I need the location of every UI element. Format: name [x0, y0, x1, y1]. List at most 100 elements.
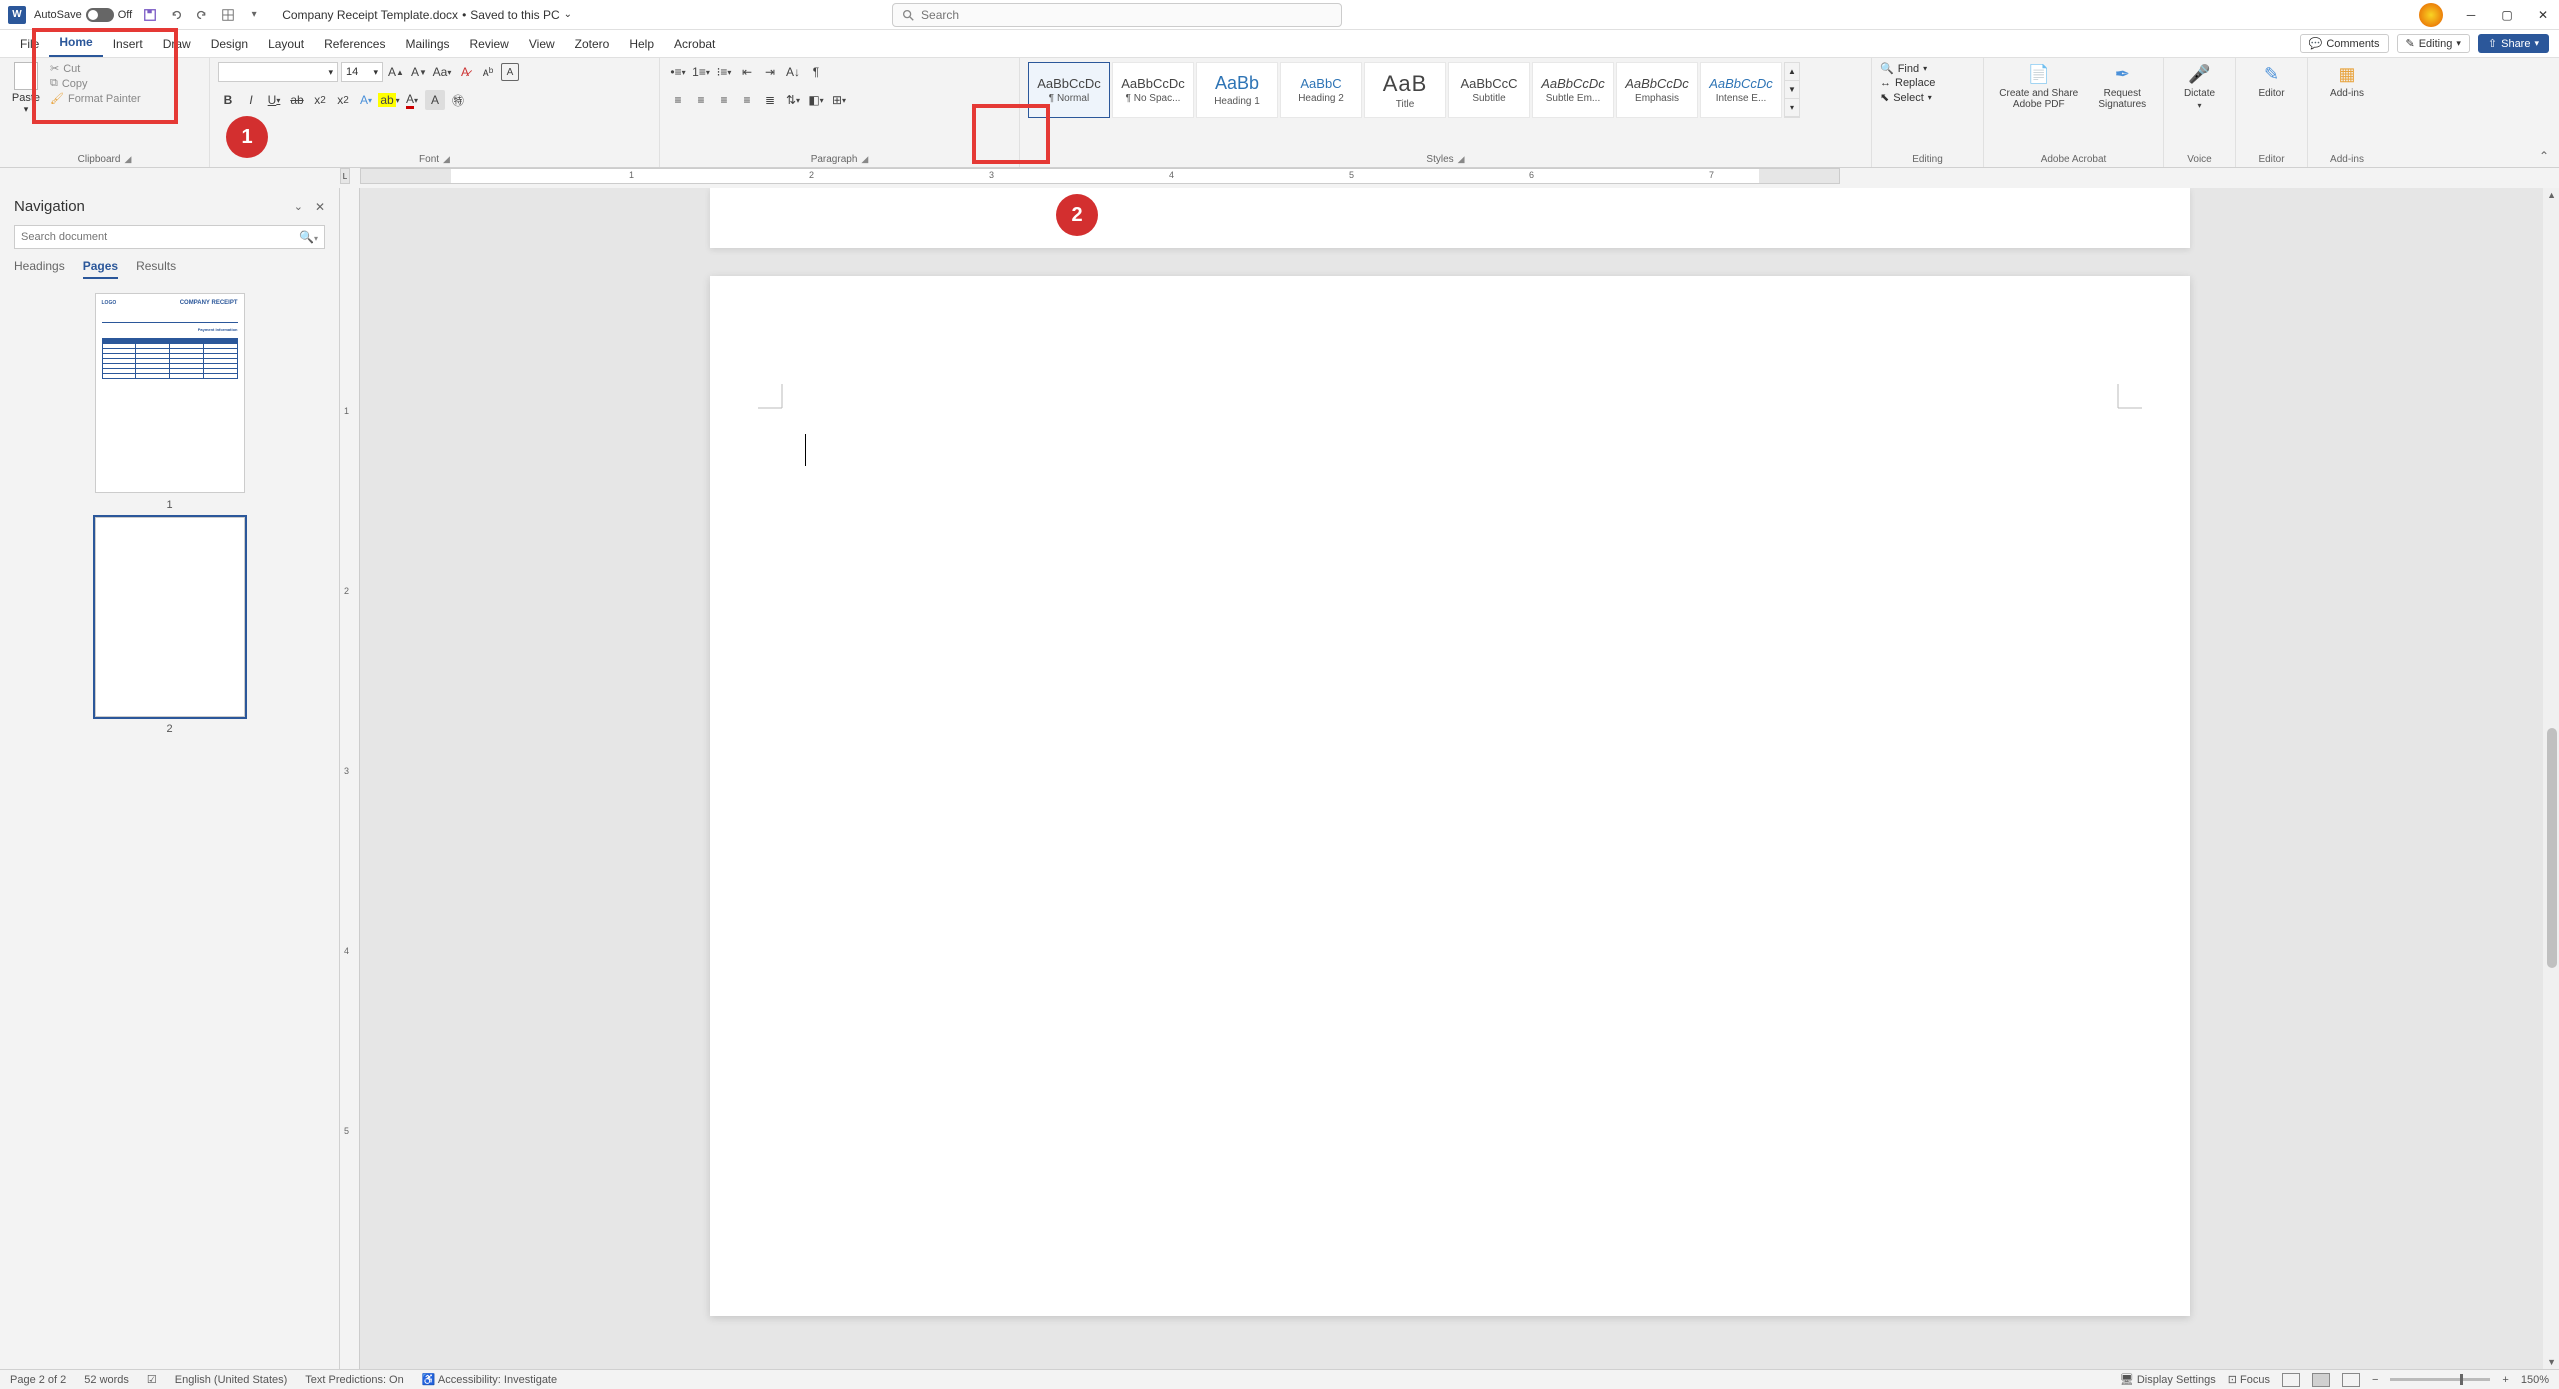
cut-button[interactable]: ✂Cut	[50, 62, 141, 75]
style-heading1[interactable]: AaBbHeading 1	[1196, 62, 1278, 118]
style-heading2[interactable]: AaBbCHeading 2	[1280, 62, 1362, 118]
scroll-thumb[interactable]	[2547, 728, 2557, 968]
clear-formatting-button[interactable]: A̷	[455, 62, 475, 82]
scroll-down-icon[interactable]: ▼	[2547, 1357, 2556, 1367]
borders-button[interactable]: ⊞▾	[829, 90, 849, 110]
tab-file[interactable]: File	[10, 33, 49, 57]
style-title[interactable]: AaBTitle	[1364, 62, 1446, 118]
tab-insert[interactable]: Insert	[103, 33, 153, 57]
enclose-characters-button[interactable]: ㊕	[448, 90, 468, 110]
user-avatar[interactable]	[2419, 3, 2443, 27]
web-layout-button[interactable]	[2342, 1373, 2360, 1387]
nav-tab-pages[interactable]: Pages	[83, 259, 118, 279]
close-icon[interactable]: ✕	[2535, 7, 2551, 23]
format-painter-button[interactable]: 🖌Format Painter	[50, 92, 141, 105]
justify-button[interactable]: ≡	[737, 90, 757, 110]
font-name-combo[interactable]: ▾	[218, 62, 338, 82]
vertical-ruler[interactable]: 1 2 3 4 5	[340, 188, 360, 1369]
tab-home[interactable]: Home	[49, 31, 102, 57]
style-subtle-emphasis[interactable]: AaBbCcDcSubtle Em...	[1532, 62, 1614, 118]
line-spacing-button[interactable]: ⇅▾	[783, 90, 803, 110]
strikethrough-button[interactable]: ab	[287, 90, 307, 110]
zoom-out-button[interactable]: −	[2372, 1374, 2378, 1386]
tab-zotero[interactable]: Zotero	[565, 33, 620, 57]
shading-button[interactable]: ◧▾	[806, 90, 826, 110]
character-border-button[interactable]: A	[501, 63, 519, 81]
page-thumbnail-2[interactable]	[95, 517, 245, 717]
align-right-button[interactable]: ≡	[714, 90, 734, 110]
minimize-icon[interactable]: ─	[2463, 7, 2479, 23]
dictate-button[interactable]: 🎤Dictate▾	[2172, 62, 2227, 110]
italic-button[interactable]: I	[241, 90, 261, 110]
character-shading-button[interactable]: A	[425, 90, 445, 110]
style-no-spacing[interactable]: AaBbCcDc¶ No Spac...	[1112, 62, 1194, 118]
spellcheck-icon[interactable]: ☑	[147, 1373, 157, 1386]
find-button[interactable]: 🔍Find▾	[1880, 62, 1927, 75]
focus-mode-button[interactable]: ⊡ Focus	[2228, 1373, 2270, 1386]
tab-mailings[interactable]: Mailings	[395, 33, 459, 57]
table-quick-icon[interactable]	[220, 7, 236, 23]
save-icon[interactable]	[142, 7, 158, 23]
display-settings-button[interactable]: 🖥 Display Settings	[2120, 1373, 2216, 1386]
request-signatures-button[interactable]: ✒Request Signatures	[2090, 62, 2155, 110]
scroll-up-icon[interactable]: ▲	[2547, 190, 2556, 200]
tab-selector[interactable]: L	[340, 168, 350, 184]
font-size-combo[interactable]: 14▾	[341, 62, 383, 82]
nav-tab-results[interactable]: Results	[136, 259, 176, 279]
align-left-button[interactable]: ≡	[668, 90, 688, 110]
underline-button[interactable]: U▾	[264, 90, 284, 110]
nav-collapse-icon[interactable]: ⌄	[294, 200, 303, 214]
clipboard-dialog-launcher[interactable]: ◢	[124, 154, 131, 165]
chevron-down-icon[interactable]: ▾	[24, 104, 29, 115]
bullets-button[interactable]: •≡▾	[668, 62, 688, 82]
comments-button[interactable]: 💬Comments	[2300, 34, 2389, 53]
styles-gallery-scroll[interactable]: ▲▼▾	[1784, 62, 1800, 118]
editing-mode-button[interactable]: ✎Editing▾	[2397, 34, 2470, 53]
status-predictions[interactable]: Text Predictions: On	[305, 1374, 403, 1386]
search-icon[interactable]: 🔍▾	[299, 230, 318, 244]
sort-button[interactable]: A↓	[783, 62, 803, 82]
tab-review[interactable]: Review	[460, 33, 519, 57]
print-layout-button[interactable]	[2312, 1373, 2330, 1387]
shrink-font-button[interactable]: A▼	[409, 62, 429, 82]
paragraph-dialog-launcher[interactable]: ◢	[861, 154, 868, 165]
decrease-indent-button[interactable]: ⇤	[737, 62, 757, 82]
share-button[interactable]: ⇧Share▾	[2478, 34, 2549, 53]
redo-icon[interactable]	[194, 7, 210, 23]
subscript-button[interactable]: x2	[310, 90, 330, 110]
tab-view[interactable]: View	[519, 33, 565, 57]
horizontal-ruler[interactable]: 1 2 3 4 5 6 7	[360, 168, 1840, 184]
vertical-scrollbar[interactable]: ▲ ▼	[2543, 188, 2559, 1369]
status-accessibility[interactable]: ♿ Accessibility: Investigate	[422, 1373, 557, 1386]
tab-references[interactable]: References	[314, 33, 395, 57]
qat-customize-icon[interactable]: ▾	[246, 7, 262, 23]
page-thumbnail-1[interactable]: LOGOCOMPANY RECEIPT Payment Information	[95, 293, 245, 493]
paste-button[interactable]: Paste ▾	[8, 62, 44, 115]
status-words[interactable]: 52 words	[84, 1374, 129, 1386]
grow-font-button[interactable]: A▲	[386, 62, 406, 82]
collapse-ribbon-button[interactable]: ⌃	[2539, 149, 2549, 163]
zoom-in-button[interactable]: +	[2502, 1374, 2508, 1386]
editor-button[interactable]: ✎Editor	[2244, 62, 2299, 99]
search-box[interactable]	[892, 3, 1342, 27]
distributed-button[interactable]: ≣	[760, 90, 780, 110]
tab-design[interactable]: Design	[201, 33, 258, 57]
autosave-toggle[interactable]	[86, 8, 114, 22]
title-dropdown-icon[interactable]: ⌄	[564, 9, 572, 20]
search-input[interactable]	[921, 8, 1333, 22]
bold-button[interactable]: B	[218, 90, 238, 110]
multilevel-list-button[interactable]: ⁝≡▾	[714, 62, 734, 82]
numbering-button[interactable]: 1≡▾	[691, 62, 711, 82]
text-effects-button[interactable]: A▾	[356, 90, 376, 110]
tab-layout[interactable]: Layout	[258, 33, 314, 57]
style-subtitle[interactable]: AaBbCcCSubtitle	[1448, 62, 1530, 118]
tab-draw[interactable]: Draw	[153, 33, 201, 57]
copy-button[interactable]: ⧉Copy	[50, 77, 141, 90]
change-case-button[interactable]: Aa▾	[432, 62, 452, 82]
nav-search-box[interactable]: 🔍▾	[14, 225, 325, 249]
styles-dialog-launcher[interactable]: ◢	[1458, 154, 1465, 165]
read-mode-button[interactable]	[2282, 1373, 2300, 1387]
show-hide-paragraph-button[interactable]: ¶	[806, 62, 826, 82]
tab-acrobat[interactable]: Acrobat	[664, 33, 725, 57]
undo-icon[interactable]	[168, 7, 184, 23]
